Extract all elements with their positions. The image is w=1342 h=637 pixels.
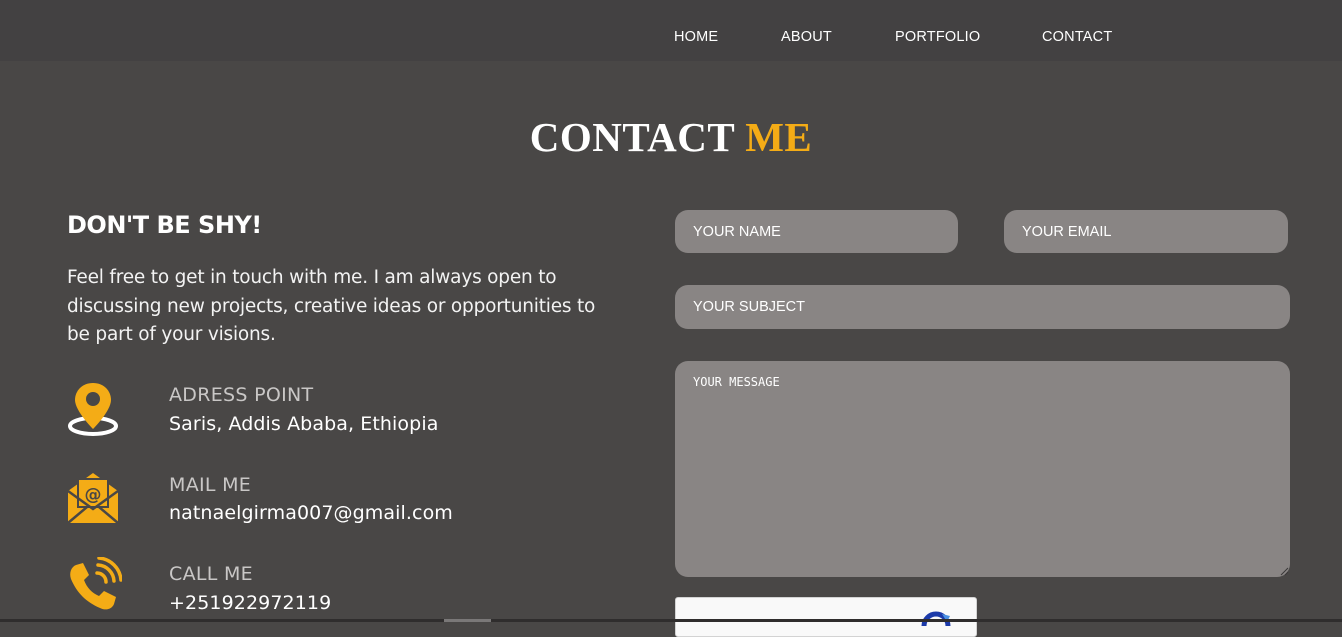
address-value: Saris, Addis Ababa, Ethiopia: [169, 413, 439, 435]
subject-input[interactable]: [675, 285, 1290, 329]
recaptcha-logo-icon: [921, 611, 951, 626]
message-textarea[interactable]: [675, 361, 1290, 577]
nav-link-portfolio[interactable]: PORTFOLIO: [895, 29, 980, 45]
mail-label: MAIL ME: [169, 474, 252, 496]
mail-envelope-icon: @: [67, 473, 119, 524]
intro-text: Feel free to get in touch with me. I am …: [67, 267, 596, 345]
page-title: CONTACT ME: [0, 113, 1342, 161]
phone-icon: [70, 557, 122, 610]
top-navbar: HOME ABOUT PORTFOLIO CONTACT: [0, 0, 1342, 61]
svg-text:@: @: [85, 485, 102, 505]
nav-link-contact[interactable]: CONTACT: [1042, 29, 1112, 45]
phone-label: CALL ME: [169, 563, 253, 585]
nav-link-home[interactable]: HOME: [674, 29, 718, 45]
page-title-accent: ME: [745, 114, 813, 160]
phone-value[interactable]: +251922972119: [169, 592, 331, 614]
email-input[interactable]: [1004, 210, 1288, 253]
resize-grip-icon[interactable]: [1279, 566, 1289, 576]
section-heading: DON'T BE SHY!: [67, 211, 262, 239]
nav-link-about[interactable]: ABOUT: [781, 29, 832, 45]
address-label: ADRESS POINT: [169, 384, 314, 406]
page-title-main: CONTACT: [529, 114, 735, 160]
mail-value[interactable]: natnaelgirma007@gmail.com: [169, 502, 453, 524]
name-input[interactable]: [675, 210, 958, 253]
location-pin-icon: [68, 383, 118, 436]
